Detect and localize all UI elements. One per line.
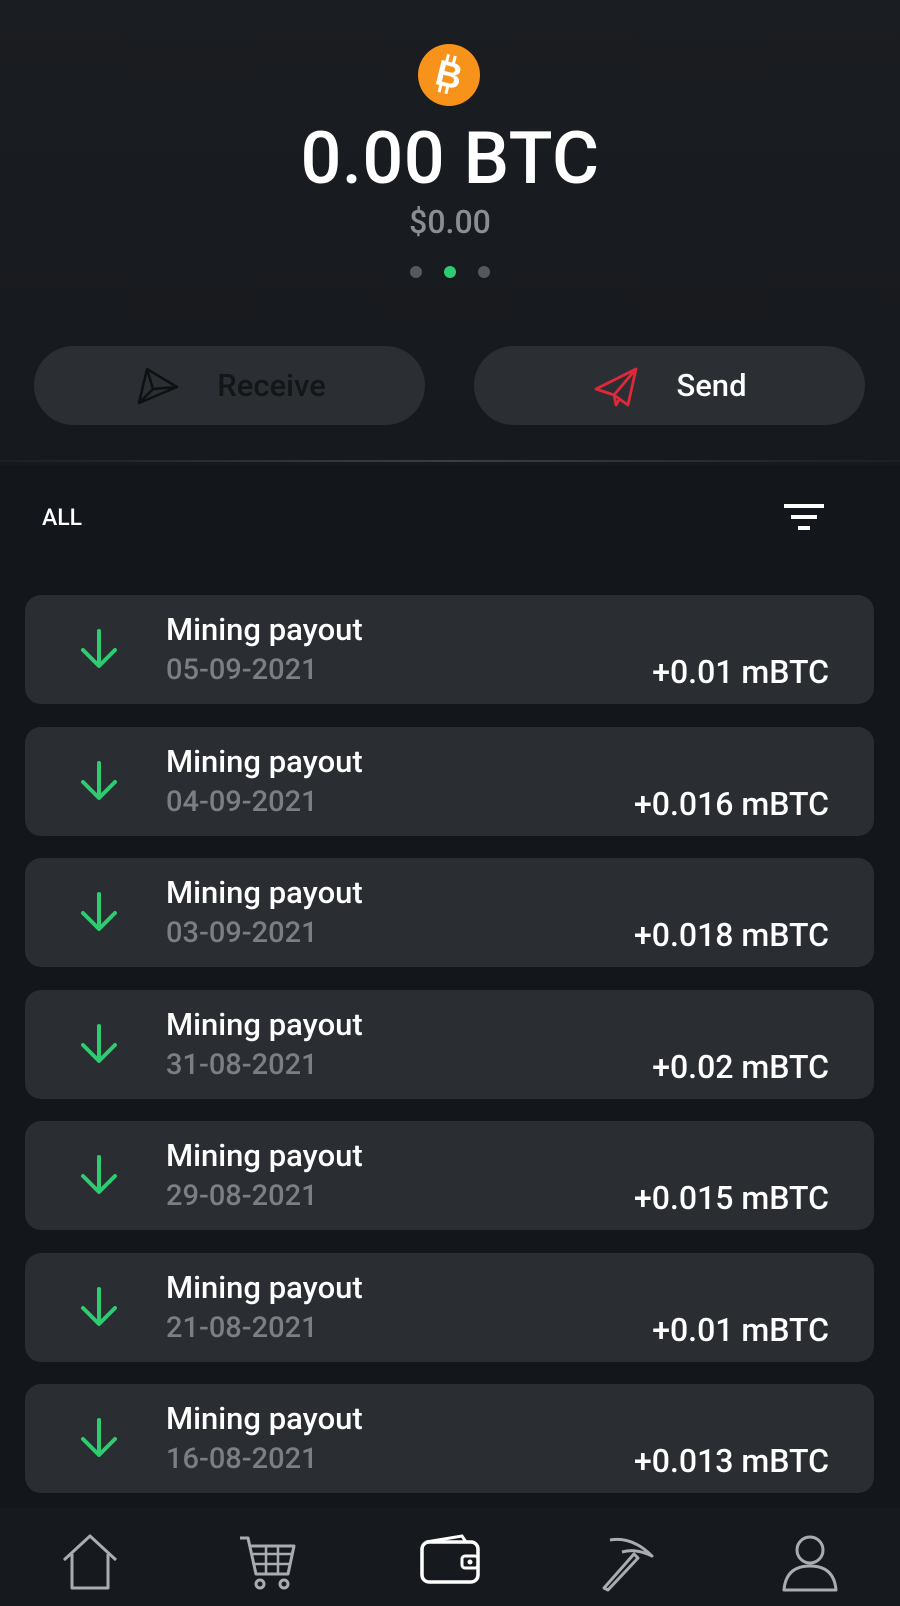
transaction-title: Mining payout — [166, 611, 363, 648]
transaction-title: Mining payout — [166, 1006, 363, 1043]
transaction-date: 16-08-2021 — [166, 1442, 318, 1476]
transaction-amount: +0.015 mBTC — [634, 1179, 829, 1217]
receive-icon — [137, 367, 179, 404]
send-button[interactable]: Send — [474, 346, 865, 425]
arrow-down-icon — [81, 1155, 117, 1194]
cart-icon[interactable] — [236, 1530, 300, 1594]
svg-text:B: B — [432, 51, 467, 97]
transaction-title: Mining payout — [166, 874, 363, 911]
receive-label: Receive — [217, 367, 326, 404]
wallet-icon[interactable] — [418, 1530, 482, 1594]
arrow-down-icon — [81, 761, 117, 800]
arrow-down-icon — [81, 892, 117, 931]
send-icon — [595, 367, 638, 406]
pickaxe-icon[interactable] — [598, 1530, 662, 1594]
divider — [0, 460, 900, 462]
arrow-down-icon — [81, 629, 117, 668]
transaction-amount: +0.01 mBTC — [652, 653, 829, 691]
transaction-date: 29-08-2021 — [166, 1179, 318, 1213]
transaction-amount: +0.016 mBTC — [634, 785, 829, 823]
arrow-down-icon — [81, 1418, 117, 1457]
arrow-down-icon — [81, 1287, 117, 1326]
filter-label[interactable]: ALL — [42, 504, 82, 531]
arrow-down-icon — [81, 1024, 117, 1063]
transaction-title: Mining payout — [166, 1400, 363, 1437]
page-dot[interactable] — [410, 266, 422, 278]
transaction-amount: +0.02 mBTC — [652, 1048, 829, 1086]
transaction-row[interactable]: Mining payout 16-08-2021 +0.013 mBTC — [25, 1384, 874, 1493]
transaction-row[interactable]: Mining payout 21-08-2021 +0.01 mBTC — [25, 1253, 874, 1362]
transaction-title: Mining payout — [166, 1269, 363, 1306]
balance-amount: 0.00 BTC — [300, 116, 600, 201]
page-dot[interactable] — [478, 266, 490, 278]
transaction-row[interactable]: Mining payout 03-09-2021 +0.018 mBTC — [25, 858, 874, 967]
filter-icon[interactable] — [782, 500, 826, 536]
transaction-date: 21-08-2021 — [166, 1311, 318, 1345]
page-indicator — [0, 266, 900, 278]
home-icon[interactable] — [58, 1530, 122, 1594]
fiat-balance: $0.00 — [409, 203, 491, 241]
transaction-title: Mining payout — [166, 743, 363, 780]
page-dot-active[interactable] — [444, 266, 456, 278]
profile-icon[interactable] — [778, 1530, 842, 1594]
transaction-row[interactable]: Mining payout 29-08-2021 +0.015 mBTC — [25, 1121, 874, 1230]
transaction-date: 03-09-2021 — [166, 916, 318, 950]
transaction-date: 05-09-2021 — [166, 653, 318, 687]
transaction-title: Mining payout — [166, 1137, 363, 1174]
transaction-date: 31-08-2021 — [166, 1048, 318, 1082]
transaction-row[interactable]: Mining payout 05-09-2021 +0.01 mBTC — [25, 595, 874, 704]
transaction-amount: +0.01 mBTC — [652, 1311, 829, 1349]
receive-button[interactable]: Receive — [34, 346, 425, 425]
transaction-amount: +0.013 mBTC — [634, 1442, 829, 1480]
bitcoin-icon: B — [418, 44, 480, 106]
send-label: Send — [676, 367, 747, 404]
transaction-amount: +0.018 mBTC — [634, 916, 829, 954]
transaction-date: 04-09-2021 — [166, 785, 318, 819]
transaction-row[interactable]: Mining payout 04-09-2021 +0.016 mBTC — [25, 727, 874, 836]
transaction-row[interactable]: Mining payout 31-08-2021 +0.02 mBTC — [25, 990, 874, 1099]
